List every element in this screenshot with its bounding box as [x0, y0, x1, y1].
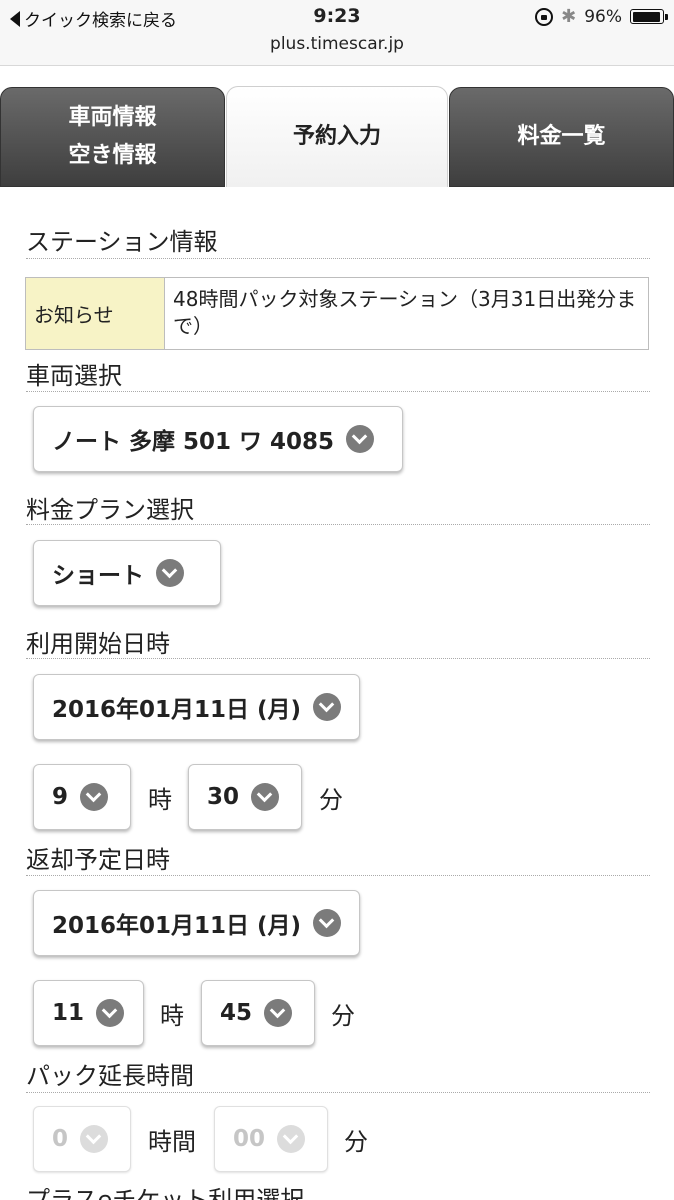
rotation-lock-icon — [535, 7, 554, 26]
pack-extension-minutes-value: 00 — [233, 1126, 266, 1152]
minute-unit-label: 分 — [331, 1002, 355, 1030]
tab-bar: 車両情報 空き情報 予約入力 料金一覧 — [0, 84, 674, 187]
divider — [26, 258, 650, 259]
pack-extension-hours-value: 0 — [52, 1126, 69, 1152]
notice-text: 48時間パック対象ステーション（3月31日出発分まで） — [173, 287, 637, 338]
tab-label: 予約入力 — [292, 124, 381, 149]
return-date-value: 2016年01月11日 (月) — [52, 913, 302, 939]
station-info-heading: ステーション情報 — [26, 228, 218, 256]
divider — [26, 658, 650, 659]
plan-select-heading: 料金プラン選択 — [26, 496, 194, 524]
battery-icon — [630, 9, 668, 24]
chevron-down-icon — [156, 559, 184, 587]
address-bar-url[interactable]: plus.timescar.jp — [0, 34, 674, 54]
vehicle-select-heading: 車両選択 — [26, 362, 122, 390]
chevron-down-icon — [277, 1125, 306, 1153]
tab-label: 料金一覧 — [517, 124, 606, 149]
hour-unit-label: 時 — [160, 1002, 184, 1030]
vehicle-select-value: ノート 多摩 501 ワ 4085 — [52, 429, 335, 455]
divider — [26, 524, 650, 525]
divider — [26, 391, 650, 392]
chevron-down-icon — [346, 425, 375, 453]
start-datetime-heading: 利用開始日時 — [26, 630, 170, 658]
start-hour-value: 9 — [52, 784, 69, 810]
plan-select[interactable]: ショート — [33, 540, 221, 606]
chevron-down-icon — [80, 1125, 109, 1153]
start-hour-select[interactable]: 9 — [33, 764, 131, 830]
divider — [26, 1092, 650, 1093]
plan-select-value: ショート — [52, 563, 144, 589]
divider — [26, 875, 650, 876]
tab-vehicle-availability[interactable]: 車両情報 空き情報 — [0, 87, 225, 187]
minutes-unit-label: 分 — [344, 1128, 368, 1156]
pack-extension-minutes-select[interactable]: 00 — [214, 1106, 328, 1172]
status-bar: クイック検索に戻る 9:23 ✱ 96% plus.timescar.jp — [0, 0, 674, 66]
chevron-down-icon — [251, 783, 280, 811]
vehicle-select[interactable]: ノート 多摩 501 ワ 4085 — [33, 406, 403, 472]
return-minute-value: 45 — [220, 1000, 253, 1026]
tab-price-list[interactable]: 料金一覧 — [449, 87, 674, 187]
status-icons: ✱ 96% — [535, 6, 668, 27]
notice-table: お知らせ 48時間パック対象ステーション（3月31日出発分まで） — [25, 277, 649, 350]
hour-unit-label: 時 — [148, 786, 172, 814]
return-minute-select[interactable]: 45 — [201, 980, 315, 1046]
tab-label-line2: 空き情報 — [68, 143, 157, 168]
start-minute-value: 30 — [207, 784, 240, 810]
chevron-down-icon — [264, 999, 293, 1027]
chevron-down-icon — [313, 693, 342, 721]
start-date-select[interactable]: 2016年01月11日 (月) — [33, 674, 360, 740]
tab-label-line1: 車両情報 — [68, 105, 157, 130]
return-hour-select[interactable]: 11 — [33, 980, 144, 1046]
battery-percent: 96% — [584, 6, 622, 27]
bluetooth-icon: ✱ — [561, 6, 577, 27]
minute-unit-label: 分 — [319, 786, 343, 814]
chevron-down-icon — [96, 999, 125, 1027]
notice-label: お知らせ — [26, 278, 165, 349]
tab-reservation-input[interactable]: 予約入力 — [226, 86, 448, 187]
pack-extension-heading: パック延長時間 — [26, 1062, 194, 1090]
ticket-select-heading: プラスeチケット利用選択 — [26, 1186, 305, 1200]
start-minute-select[interactable]: 30 — [188, 764, 302, 830]
pack-extension-hours-select[interactable]: 0 — [33, 1106, 131, 1172]
hours-unit-label: 時間 — [148, 1128, 196, 1156]
chevron-down-icon — [313, 909, 342, 937]
chevron-down-icon — [80, 783, 109, 811]
return-hour-value: 11 — [52, 1000, 85, 1026]
return-date-select[interactable]: 2016年01月11日 (月) — [33, 890, 360, 956]
return-datetime-heading: 返却予定日時 — [26, 846, 170, 874]
start-date-value: 2016年01月11日 (月) — [52, 697, 302, 723]
